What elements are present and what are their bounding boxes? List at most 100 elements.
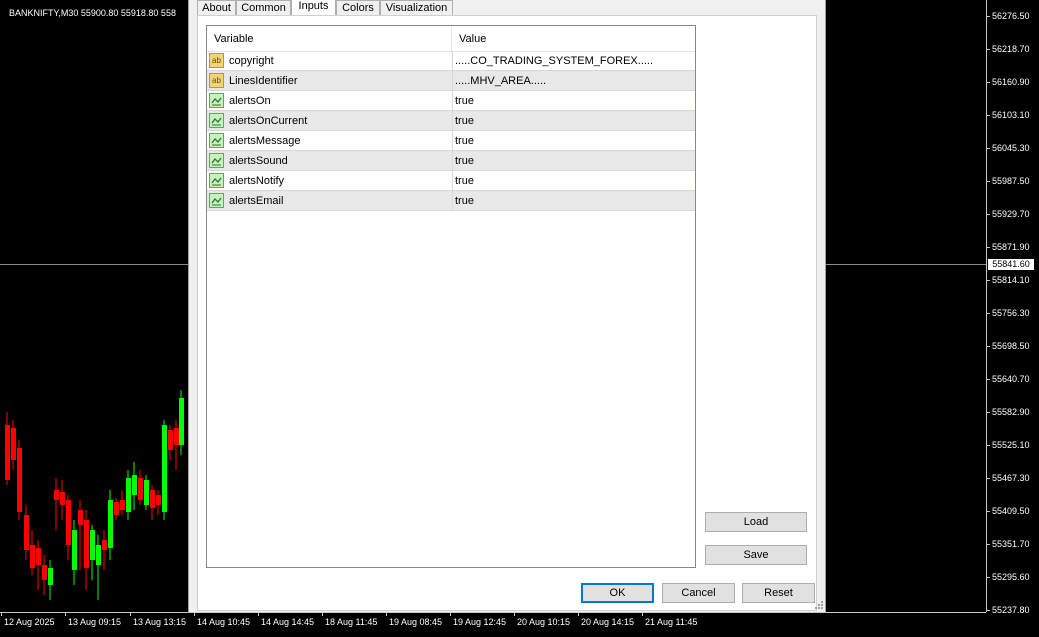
- value-cell[interactable]: true: [452, 151, 695, 171]
- input-row[interactable]: ab copyright .....CO_TRADING_SYSTEM_FOREX.…: [207, 51, 695, 71]
- price-tick: [986, 544, 990, 545]
- price-tick: [986, 577, 990, 578]
- variable-cell[interactable]: alertsMessage: [207, 131, 451, 151]
- time-label: 20 Aug 10:15: [517, 617, 571, 627]
- candle-body: [114, 502, 119, 515]
- text-type-icon: ab: [209, 53, 224, 68]
- value-cell[interactable]: .....MHV_AREA.....: [452, 71, 695, 91]
- candle-body: [174, 428, 179, 445]
- price-label: 55582.90: [992, 407, 1030, 417]
- input-row[interactable]: alertsNotify true: [207, 171, 695, 191]
- candle-body: [54, 490, 59, 500]
- value-cell[interactable]: true: [452, 111, 695, 131]
- tab-about[interactable]: About: [197, 0, 236, 15]
- price-tick: [986, 478, 990, 479]
- tab-visualization[interactable]: Visualization: [380, 0, 453, 15]
- input-row[interactable]: alertsMessage true: [207, 131, 695, 151]
- price-tick: [986, 148, 990, 149]
- candle-body: [30, 545, 35, 568]
- input-row[interactable]: alertsOn true: [207, 91, 695, 111]
- tab-inputs[interactable]: Inputs: [291, 0, 336, 16]
- resize-grip-icon[interactable]: [815, 601, 823, 609]
- value-cell[interactable]: true: [452, 91, 695, 111]
- input-row[interactable]: alertsEmail true: [207, 191, 695, 211]
- variable-value: .....MHV_AREA.....: [455, 75, 547, 87]
- time-tick: [322, 612, 323, 616]
- variable-value: .....CO_TRADING_SYSTEM_FOREX.....: [455, 55, 654, 67]
- candle-body: [66, 500, 71, 545]
- price-tick: [986, 214, 990, 215]
- variable-value: true: [455, 195, 474, 207]
- time-tick: [642, 612, 643, 616]
- candle-body: [150, 490, 155, 508]
- price-tick: [986, 115, 990, 116]
- time-label: 13 Aug 13:15: [133, 617, 187, 627]
- value-cell[interactable]: true: [452, 191, 695, 211]
- price-label: 55698.50: [992, 341, 1030, 351]
- tab-common[interactable]: Common: [236, 0, 291, 15]
- reset-button[interactable]: Reset: [742, 583, 815, 603]
- price-label: 55929.70: [992, 209, 1030, 219]
- candle-body: [156, 495, 161, 505]
- price-label: 56103.10: [992, 110, 1030, 120]
- price-label: 55467.30: [992, 473, 1030, 483]
- price-label: 55351.70: [992, 539, 1030, 549]
- price-label: 55237.80: [992, 605, 1030, 615]
- candle-body: [11, 428, 16, 460]
- price-tick: [986, 610, 990, 611]
- time-label: 20 Aug 14:15: [581, 617, 635, 627]
- candle-body: [132, 475, 137, 495]
- variable-name: alertsOnCurrent: [229, 115, 308, 127]
- variable-value: true: [455, 175, 474, 187]
- value-cell[interactable]: true: [452, 131, 695, 151]
- candle-body: [126, 478, 131, 512]
- current-price-label: 55841.60: [988, 259, 1034, 270]
- candle-body: [17, 448, 22, 512]
- price-label: 55814.10: [992, 275, 1030, 285]
- input-row[interactable]: alertsSound true: [207, 151, 695, 171]
- variable-cell[interactable]: alertsNotify: [207, 171, 451, 191]
- price-label: 55525.10: [992, 440, 1030, 450]
- variable-value: true: [455, 135, 474, 147]
- value-cell[interactable]: true: [452, 171, 695, 191]
- column-header-variable[interactable]: Variable: [207, 26, 451, 51]
- time-label: 13 Aug 09:15: [68, 617, 122, 627]
- input-row[interactable]: alertsOnCurrent true: [207, 111, 695, 131]
- inputs-grid[interactable]: Variable Value ab copyright .....CO_TRADIN…: [206, 25, 696, 568]
- price-tick: [986, 313, 990, 314]
- variable-cell[interactable]: alertsEmail: [207, 191, 451, 211]
- time-tick: [450, 612, 451, 616]
- variable-cell[interactable]: alertsOn: [207, 91, 451, 111]
- variable-cell[interactable]: alertsSound: [207, 151, 451, 171]
- input-row[interactable]: ab LinesIdentifier .....MHV_AREA.....: [207, 71, 695, 91]
- time-label: 21 Aug 11:45: [645, 617, 698, 627]
- bool-type-icon: [209, 113, 224, 128]
- save-button[interactable]: Save: [705, 545, 807, 565]
- time-tick: [514, 612, 515, 616]
- time-tick: [1, 612, 2, 616]
- variable-name: LinesIdentifier: [229, 75, 298, 87]
- variable-cell[interactable]: ab LinesIdentifier: [207, 71, 451, 91]
- price-tick: [986, 247, 990, 248]
- time-tick: [578, 612, 579, 616]
- load-button[interactable]: Load: [705, 512, 807, 532]
- column-header-value[interactable]: Value: [452, 26, 695, 51]
- variable-cell[interactable]: ab copyright: [207, 51, 451, 71]
- price-axis[interactable]: [986, 0, 1039, 612]
- price-label: 55409.50: [992, 506, 1030, 516]
- variable-name: alertsNotify: [229, 175, 285, 187]
- variable-cell[interactable]: alertsOnCurrent: [207, 111, 451, 131]
- tab-colors[interactable]: Colors: [336, 0, 380, 15]
- text-type-icon: ab: [209, 73, 224, 88]
- price-label: 56218.70: [992, 44, 1030, 54]
- bool-type-icon: [209, 173, 224, 188]
- cancel-button[interactable]: Cancel: [662, 583, 735, 603]
- ok-button[interactable]: OK: [581, 583, 654, 603]
- time-tick: [258, 612, 259, 616]
- indicator-properties-dialog: About Common Inputs Colors Visualization…: [188, 0, 826, 612]
- candle-body: [96, 545, 101, 565]
- candle-body: [162, 425, 167, 512]
- candle-body: [84, 520, 89, 568]
- value-cell[interactable]: .....CO_TRADING_SYSTEM_FOREX.....: [452, 51, 695, 71]
- candle-body: [108, 500, 113, 548]
